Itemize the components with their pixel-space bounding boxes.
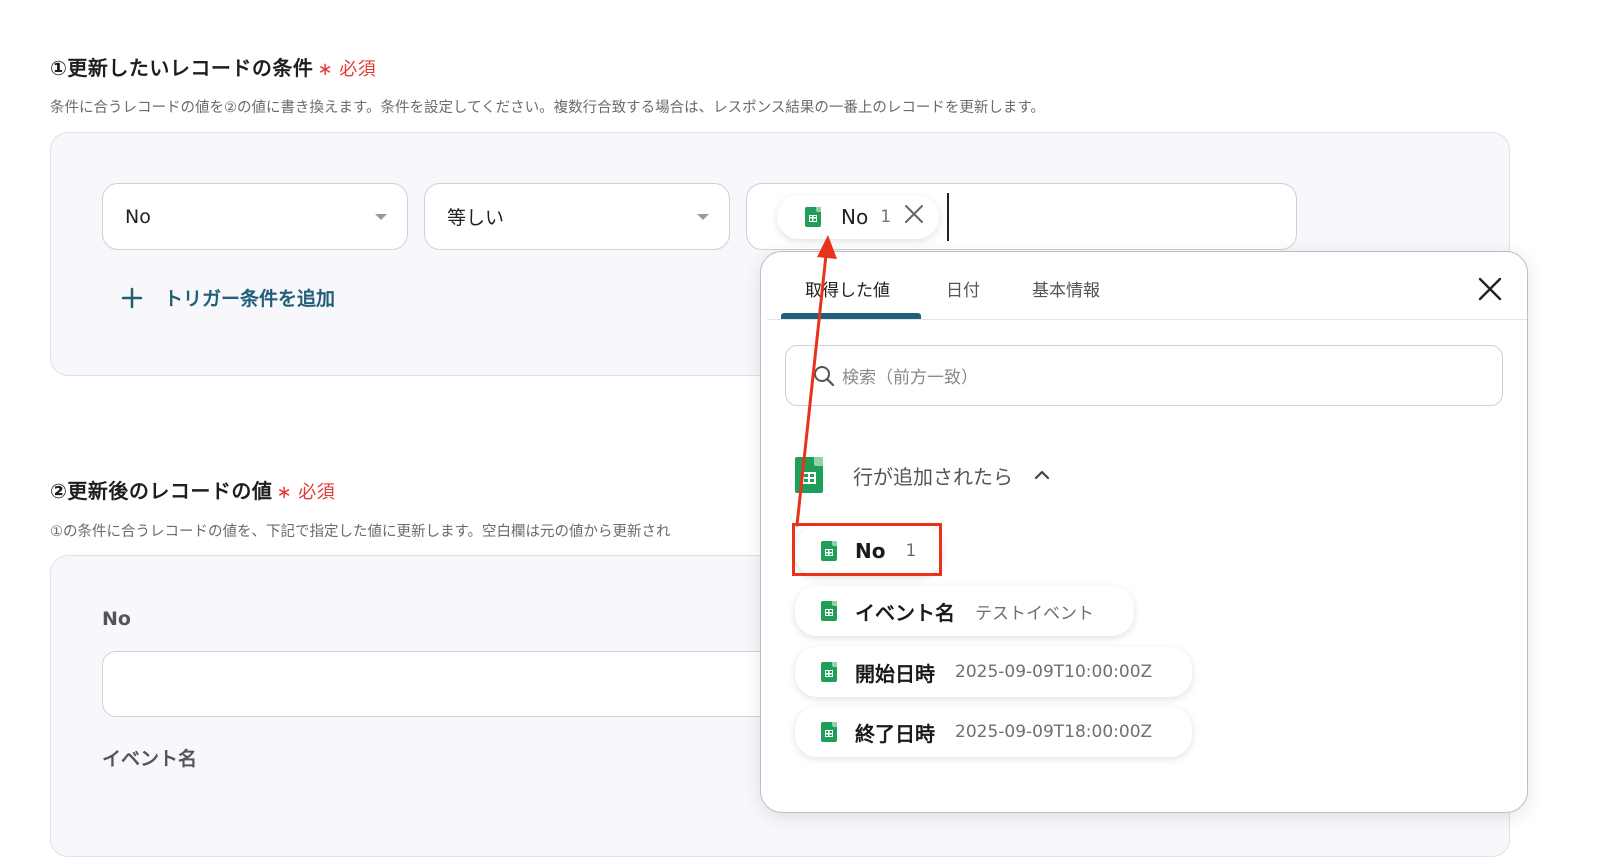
value-item-value: テストイベント: [975, 603, 1094, 624]
value-item-event-name[interactable]: イベント名 テストイベント: [795, 586, 1134, 636]
operator-select-value: 等しい: [447, 207, 505, 229]
spreadsheet-icon: [821, 722, 837, 742]
annotation-arrow: [795, 235, 837, 527]
tab-divider: [767, 319, 1527, 320]
required-badge: ∗ 必須: [317, 59, 376, 80]
spreadsheet-icon: [821, 662, 837, 682]
operator-select[interactable]: 等しい: [424, 183, 730, 250]
value-item-start-datetime[interactable]: 開始日時 2025-09-09T10:00:00Z: [795, 647, 1193, 697]
add-condition-button[interactable]: トリガー条件を追加: [120, 284, 335, 311]
spreadsheet-icon: [805, 206, 821, 227]
value-item-label: イベント名: [855, 600, 955, 625]
required-label: 必須: [298, 482, 336, 503]
section1-title-text: ①更新したいレコードの条件: [50, 56, 314, 80]
chevron-up-icon: [1034, 470, 1050, 480]
required-label: 必須: [339, 59, 377, 80]
close-icon[interactable]: [903, 203, 925, 230]
value-item-value: 2025-09-09T10:00:00Z: [955, 662, 1153, 682]
field-select[interactable]: No: [102, 183, 408, 250]
section2-description: ①の条件に合うレコードの値を、下記で指定した値に更新します。空白欄は元の値から更…: [50, 524, 671, 540]
section1-title: ①更新したいレコードの条件 ∗ 必須: [50, 52, 376, 81]
field-input-no[interactable]: [102, 651, 822, 717]
plus-icon: [121, 287, 143, 308]
tab-date[interactable]: 日付: [946, 276, 980, 301]
required-mark: ∗: [276, 482, 293, 503]
value-item-end-datetime[interactable]: 終了日時 2025-09-09T18:00:00Z: [795, 707, 1193, 757]
search-placeholder: 検索（前方一致）: [842, 368, 978, 388]
group-title: 行が追加されたら: [853, 464, 1013, 489]
value-item-label: 開始日時: [855, 661, 935, 686]
text-cursor: [947, 192, 950, 241]
field-label-event-name: イベント名: [102, 748, 198, 770]
value-item-label: 終了日時: [855, 721, 935, 746]
add-condition-label: トリガー条件を追加: [164, 288, 336, 310]
required-badge: ∗ 必須: [276, 482, 335, 503]
required-mark: ∗: [317, 59, 334, 80]
field-select-value: No: [125, 205, 151, 228]
section2-title: ②更新後のレコードの値 ∗ 必須: [50, 475, 335, 504]
close-icon[interactable]: [1477, 276, 1503, 306]
tab-basic-info[interactable]: 基本情報: [1032, 276, 1100, 301]
section2-title-text: ②更新後のレコードの値: [50, 479, 273, 503]
value-item-value: 2025-09-09T18:00:00Z: [955, 722, 1153, 742]
dropdown-caret-icon: [375, 213, 387, 220]
dropdown-caret-icon: [697, 213, 709, 220]
search-input[interactable]: 検索（前方一致）: [785, 345, 1503, 406]
spreadsheet-icon: [821, 601, 837, 621]
value-chip-value: 1: [880, 206, 892, 227]
field-label-no: No: [102, 608, 131, 630]
section1-description: 条件に合うレコードの値を②の値に書き換えます。条件を設定してください。複数行合致…: [50, 100, 1045, 116]
